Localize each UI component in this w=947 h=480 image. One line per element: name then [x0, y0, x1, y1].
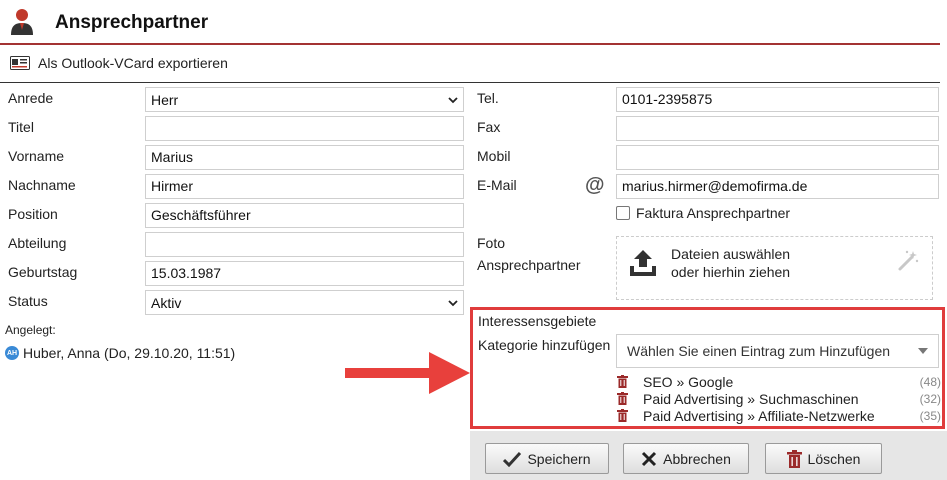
interests-title: Interessensgebiete — [478, 313, 597, 329]
checkbox-box[interactable] — [616, 206, 630, 220]
mobil-input[interactable] — [616, 145, 939, 170]
chevron-down-icon — [448, 96, 458, 103]
interest-tag-count: (48) — [919, 374, 941, 389]
anrede-value: Herr — [151, 91, 179, 108]
mobil-label: Mobil — [477, 148, 511, 164]
caret-down-icon — [918, 348, 928, 354]
cancel-button-label: Abbrechen — [663, 450, 731, 467]
delete-button[interactable]: Löschen — [765, 443, 882, 474]
interest-tag: Paid Advertising » Affiliate-Netzwerke (… — [615, 407, 941, 424]
fax-input[interactable] — [616, 116, 939, 141]
created-by-text: Huber, Anna (Do, 29.10.20, 11:51) — [23, 345, 236, 361]
dropzone-line2: oder hierhin ziehen — [671, 264, 791, 280]
checkmark-icon — [503, 451, 522, 467]
trash-icon[interactable] — [617, 409, 628, 422]
position-input[interactable]: Geschäftsführer — [145, 203, 464, 228]
titel-label: Titel — [8, 119, 34, 135]
upload-icon — [630, 250, 656, 276]
email-label: E-Mail — [477, 177, 517, 193]
faktura-checkbox-label: Faktura Ansprechpartner — [636, 205, 791, 221]
contact-person-icon — [11, 9, 33, 35]
trash-icon[interactable] — [617, 375, 628, 388]
category-select[interactable]: Wählen Sie einen Eintrag zum Hinzufügen — [616, 334, 939, 368]
status-label: Status — [8, 293, 48, 309]
vorname-input[interactable]: Marius — [145, 145, 464, 170]
tel-label: Tel. — [477, 90, 499, 106]
vcard-icon — [10, 56, 30, 70]
photo-dropzone[interactable]: Dateien auswählen oder hierhin ziehen — [616, 236, 933, 300]
nachname-input[interactable]: Hirmer — [145, 174, 464, 199]
interest-tag: Paid Advertising » Suchmaschinen (32) — [615, 390, 941, 407]
toolbar-divider — [0, 82, 940, 83]
delete-button-label: Löschen — [807, 450, 861, 467]
status-select[interactable]: Aktiv — [145, 290, 464, 315]
photo-label: Foto Ansprechpartner — [477, 232, 587, 276]
email-input[interactable]: marius.hirmer@demofirma.de — [616, 174, 939, 199]
faktura-checkbox[interactable]: Faktura Ansprechpartner — [616, 205, 790, 221]
nachname-label: Nachname — [8, 177, 76, 193]
fax-label: Fax — [477, 119, 501, 135]
geburtstag-input[interactable]: 15.03.1987 — [145, 261, 464, 286]
category-label: Kategorie hinzufügen — [478, 337, 611, 353]
dropzone-line1: Dateien auswählen — [671, 246, 791, 262]
close-icon — [642, 451, 657, 466]
chevron-down-icon — [448, 299, 458, 306]
interest-tag-label: SEO » Google — [643, 373, 734, 390]
abteilung-input[interactable] — [145, 232, 464, 257]
geburtstag-label: Geburtstag — [8, 264, 78, 280]
export-vcard-button[interactable]: Als Outlook-VCard exportieren — [10, 52, 228, 74]
titel-input[interactable] — [145, 116, 464, 141]
photo-label-line2: Ansprechpartner — [477, 257, 581, 273]
export-vcard-label: Als Outlook-VCard exportieren — [38, 55, 228, 71]
photo-label-line1: Foto — [477, 235, 506, 251]
category-placeholder: Wählen Sie einen Eintrag zum Hinzufügen — [627, 343, 891, 359]
abteilung-label: Abteilung — [8, 235, 67, 251]
interest-tag-label: Paid Advertising » Affiliate-Netzwerke — [643, 407, 875, 424]
created-info: AH Huber, Anna (Do, 29.10.20, 11:51) — [5, 345, 235, 361]
interest-tag-count: (32) — [919, 391, 941, 406]
trash-icon — [786, 449, 802, 468]
vorname-label: Vorname — [8, 148, 65, 164]
callout-arrow-icon — [345, 352, 470, 394]
avatar: AH — [5, 346, 19, 360]
save-button[interactable]: Speichern — [485, 443, 609, 474]
trash-icon[interactable] — [617, 392, 628, 405]
interest-tag: SEO » Google (48) — [615, 373, 941, 390]
at-icon[interactable]: @ — [585, 174, 605, 197]
page-title: Ansprechpartner — [55, 12, 209, 33]
interest-tag-list: SEO » Google (48) Paid Advertising » Suc… — [615, 373, 941, 424]
anrede-select[interactable]: Herr — [145, 87, 464, 112]
save-button-label: Speichern — [527, 450, 591, 467]
created-label: Angelegt: — [5, 323, 56, 337]
status-value: Aktiv — [151, 294, 182, 311]
interest-tag-label: Paid Advertising » Suchmaschinen — [643, 390, 859, 407]
cancel-button[interactable]: Abbrechen — [623, 443, 749, 474]
magic-wand-icon[interactable] — [896, 249, 920, 273]
position-label: Position — [8, 206, 58, 222]
title-divider — [0, 43, 940, 45]
interest-tag-count: (35) — [919, 408, 941, 423]
anrede-label: Anrede — [8, 90, 54, 106]
action-bar: Speichern Abbrechen Löschen — [470, 431, 947, 480]
tel-input[interactable]: 0101-2395875 — [616, 87, 939, 112]
